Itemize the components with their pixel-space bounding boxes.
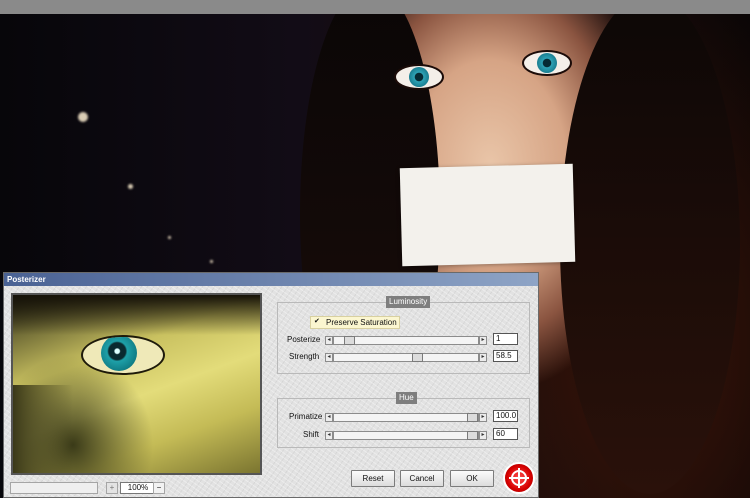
strength-right-arrow[interactable]: ▸ bbox=[479, 353, 487, 362]
luminosity-group-title: Luminosity bbox=[386, 296, 431, 308]
ok-button[interactable]: OK bbox=[450, 470, 494, 487]
primatize-right-arrow[interactable]: ▸ bbox=[479, 413, 487, 422]
strength-slider-track[interactable] bbox=[333, 353, 479, 362]
posterize-value-field[interactable]: 1 bbox=[493, 333, 518, 345]
primatize-slider-track[interactable] bbox=[333, 413, 479, 422]
preserve-saturation-checkbox[interactable]: ✔ bbox=[314, 318, 322, 326]
posterize-label: Posterize bbox=[287, 335, 321, 344]
shift-right-arrow[interactable]: ▸ bbox=[479, 431, 487, 440]
lifebuoy-icon[interactable] bbox=[503, 462, 535, 494]
posterize-slider-track[interactable] bbox=[333, 336, 479, 345]
photo-right-eye bbox=[522, 50, 572, 76]
photo-left-eye bbox=[394, 64, 444, 90]
shift-value-field[interactable]: 60 bbox=[493, 428, 518, 440]
reset-button[interactable]: Reset bbox=[351, 470, 395, 487]
strength-label: Strength bbox=[289, 352, 320, 361]
preview-image[interactable] bbox=[11, 293, 262, 475]
primatize-label: Primatize bbox=[289, 412, 323, 421]
cancel-button[interactable]: Cancel bbox=[400, 470, 444, 487]
photo-tape bbox=[399, 163, 576, 267]
posterize-left-arrow[interactable]: ◂ bbox=[325, 336, 333, 345]
preserve-saturation-option[interactable]: ✔ Preserve Saturation bbox=[310, 316, 400, 329]
shift-label: Shift bbox=[303, 430, 320, 439]
shift-left-arrow[interactable]: ◂ bbox=[325, 431, 333, 440]
posterize-right-arrow[interactable]: ▸ bbox=[479, 336, 487, 345]
zoom-value-field[interactable]: 100% bbox=[120, 482, 156, 494]
strength-slider-thumb[interactable] bbox=[412, 353, 423, 362]
zoom-scrollbar[interactable] bbox=[10, 482, 98, 494]
zoom-plus-button[interactable]: + bbox=[106, 482, 118, 494]
shift-slider-thumb[interactable] bbox=[467, 431, 478, 440]
strength-value-field[interactable]: 58.5 bbox=[493, 350, 518, 362]
preserve-saturation-label: Preserve Saturation bbox=[326, 318, 397, 327]
strength-left-arrow[interactable]: ◂ bbox=[325, 353, 333, 362]
shift-slider-track[interactable] bbox=[333, 431, 479, 440]
primatize-slider-thumb[interactable] bbox=[467, 413, 478, 422]
dialog-title[interactable]: Posterizer bbox=[4, 273, 538, 286]
zoom-minus-button[interactable]: − bbox=[153, 482, 165, 494]
hue-group-title: Hue bbox=[396, 392, 417, 404]
primatize-value-field[interactable]: 100.0 bbox=[493, 410, 518, 422]
posterize-slider-thumb[interactable] bbox=[344, 336, 355, 345]
primatize-left-arrow[interactable]: ◂ bbox=[325, 413, 333, 422]
